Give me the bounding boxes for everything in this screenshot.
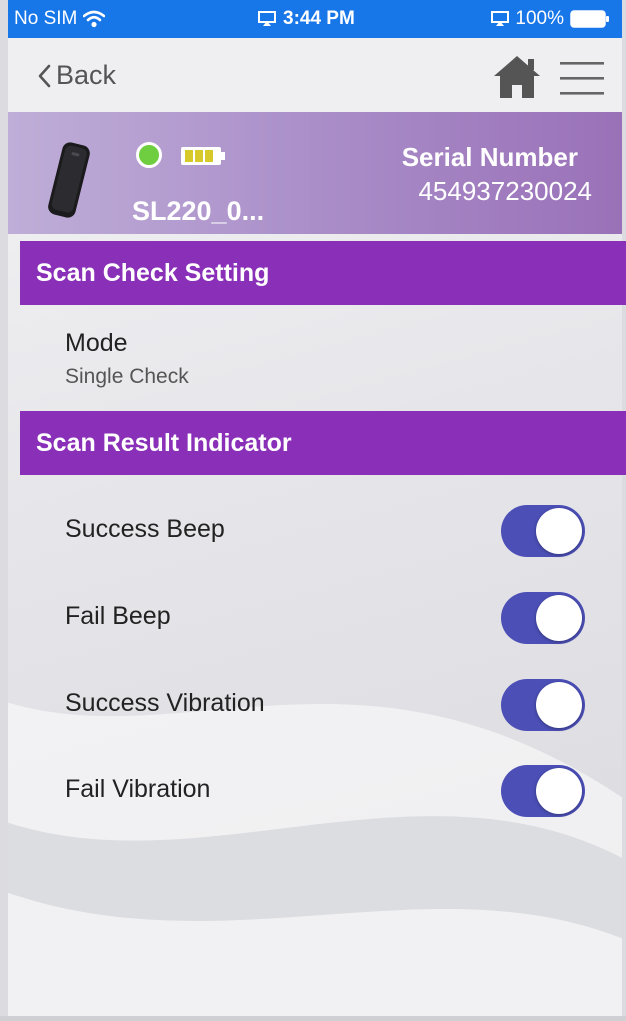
toggle-knob <box>536 682 582 728</box>
fail-vibration-row: Fail Vibration <box>8 751 622 831</box>
frame-border-left <box>0 0 8 1021</box>
navigation-bar: Back <box>8 38 622 112</box>
clock-time: 3:44 PM <box>283 8 355 29</box>
screen-mirroring-icon <box>491 11 510 26</box>
fail-beep-row: Fail Beep <box>8 578 622 658</box>
fail-beep-toggle[interactable] <box>501 592 585 644</box>
carrier-label: No SIM <box>14 8 78 29</box>
toggle-knob <box>536 595 582 641</box>
status-bar-center: 3:44 PM <box>258 8 355 30</box>
frame-border-bottom <box>0 1016 626 1021</box>
device-name: SL220_0... <box>132 196 265 226</box>
toggle-label: Success Vibration <box>65 689 265 717</box>
status-bar-left: No SIM <box>14 8 106 30</box>
scanner-device-image <box>48 142 90 218</box>
toggle-knob <box>536 508 582 554</box>
scan-check-setting-header: Scan Check Setting <box>20 241 626 305</box>
success-beep-toggle[interactable] <box>501 505 585 557</box>
wifi-icon <box>83 10 106 28</box>
chevron-left-icon <box>38 64 51 87</box>
status-bar-right: 100% <box>491 8 610 30</box>
success-beep-row: Success Beep <box>8 491 622 571</box>
battery-percent: 100% <box>515 8 564 29</box>
mode-value: Single Check <box>65 365 189 388</box>
success-vibration-toggle[interactable] <box>501 679 585 731</box>
mode-label: Mode <box>65 329 128 357</box>
screen-mirroring-icon <box>258 11 276 26</box>
toggle-knob <box>536 768 582 814</box>
toggle-label: Fail Vibration <box>65 775 211 803</box>
connection-status-dot <box>136 142 162 168</box>
toggle-label: Success Beep <box>65 515 225 543</box>
frame-border-right <box>622 0 626 1021</box>
fail-vibration-toggle[interactable] <box>501 765 585 817</box>
device-battery-icon <box>181 147 225 165</box>
success-vibration-row: Success Vibration <box>8 665 622 745</box>
back-button[interactable]: Back <box>36 60 116 91</box>
battery-full-icon <box>570 10 609 28</box>
serial-number-label: Serial Number <box>401 142 578 172</box>
back-label: Back <box>56 60 117 90</box>
serial-number-value: 454937230024 <box>418 176 592 206</box>
hamburger-menu-icon[interactable] <box>560 60 604 96</box>
toggle-label: Fail Beep <box>65 602 171 630</box>
device-info-banner: SL220_0... Serial Number 454937230024 <box>8 112 622 234</box>
mode-setting-row[interactable]: Mode Single Check <box>8 305 622 411</box>
home-icon[interactable] <box>492 54 542 100</box>
scan-result-indicator-header: Scan Result Indicator <box>20 411 626 475</box>
status-bar: No SIM 3:44 PM 100% <box>8 0 622 38</box>
